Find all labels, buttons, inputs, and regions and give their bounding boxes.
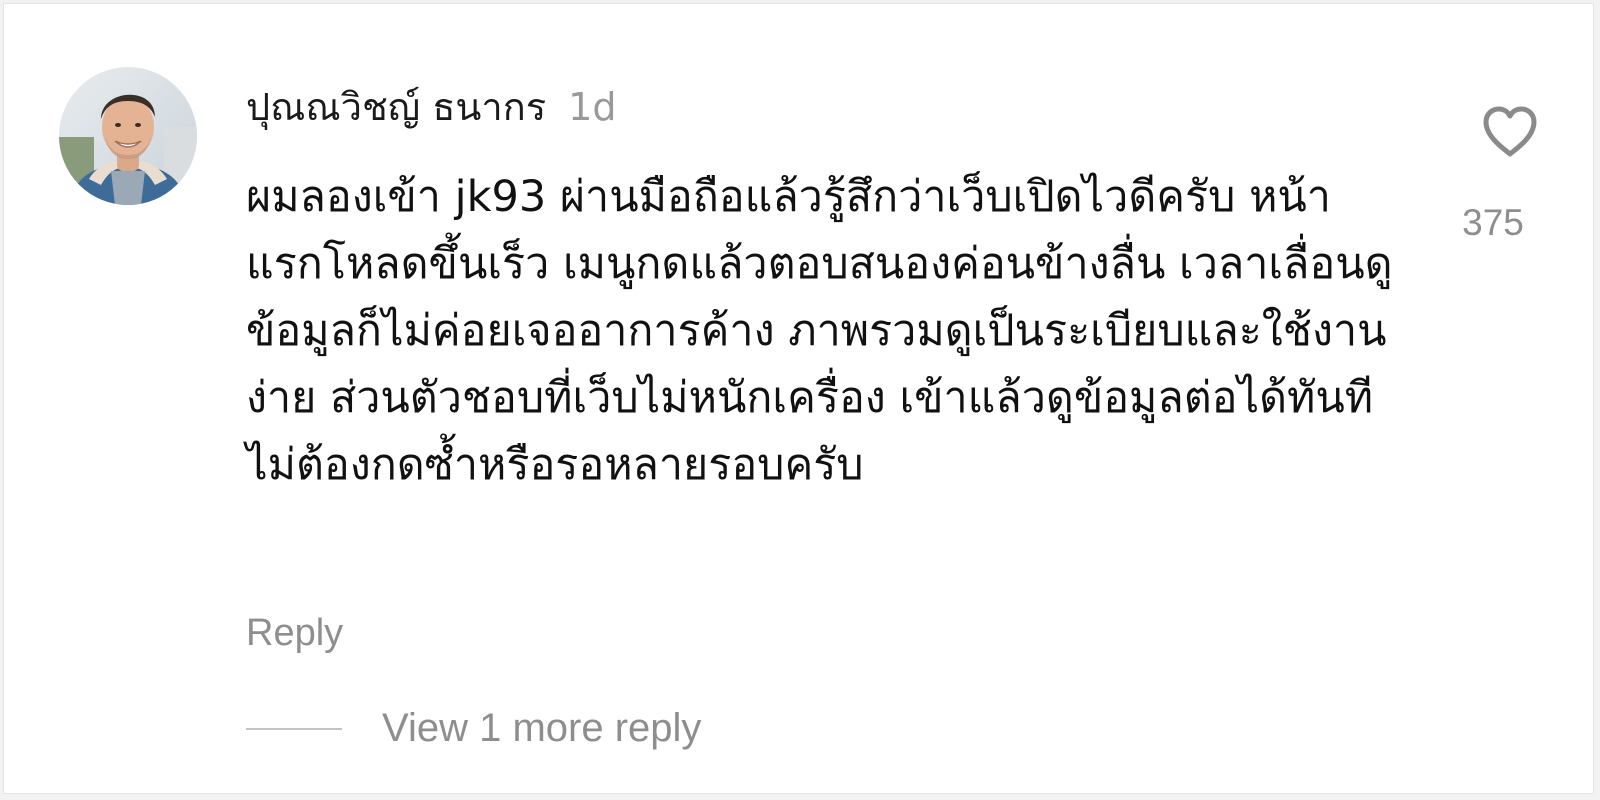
like-button[interactable] [1480,104,1540,160]
reply-button[interactable]: Reply [246,612,343,655]
view-more-replies-label: View 1 more reply [382,706,702,750]
user-avatar[interactable] [59,67,197,205]
view-more-replies-button[interactable]: View 1 more reply [246,706,701,751]
like-count: 375 [1462,202,1524,243]
heart-outline-icon [1483,106,1537,157]
comment-author[interactable]: ปุณณวิชญ์ ธนากร [246,76,546,137]
comment-card: ปุณณวิชญ์ ธนากร 1d ผมลองเข้า jk93 ผ่านมื… [3,3,1594,794]
replies-divider-line [246,727,342,730]
comment-timestamp: 1d [568,85,617,129]
comment-text: ผมลองเข้า jk93 ผ่านมือถือแล้วรู้สึกว่าเว… [246,172,1393,490]
comment-header: ปุณณวิชญ์ ธนากร 1d [246,76,616,137]
avatar-photo [59,67,197,205]
